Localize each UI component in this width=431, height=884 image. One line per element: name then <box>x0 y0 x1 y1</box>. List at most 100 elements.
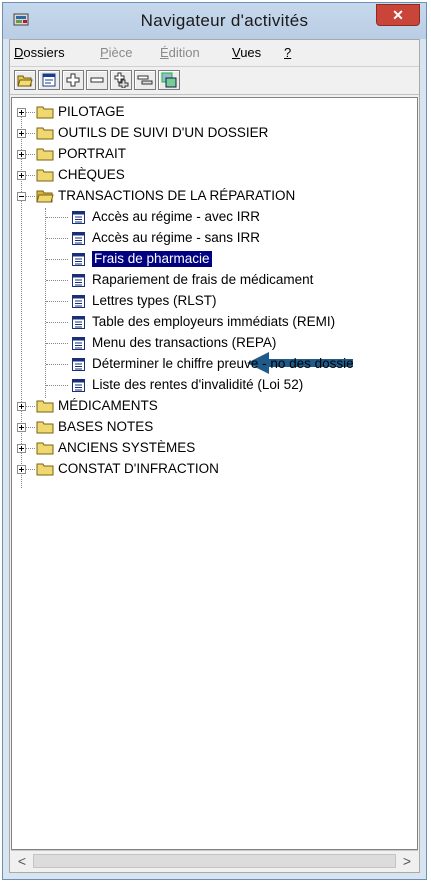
tree-folder[interactable]: CONSTAT D'INFRACTION <box>16 459 416 479</box>
document-icon <box>72 295 85 308</box>
tree-connector <box>46 343 68 345</box>
expand-toggle-icon[interactable] <box>17 465 26 474</box>
document-icon <box>72 337 85 350</box>
collapse-all-icon <box>137 75 153 85</box>
document-icon <box>72 316 85 329</box>
activity-tree[interactable]: PILOTAGE OUTILS DE SUIVI D'UN DOSSIER PORT… <box>11 97 418 850</box>
document-icon <box>72 253 85 266</box>
tree-folder-label: MÉDICAMENTS <box>58 398 158 413</box>
tree-item[interactable]: Déterminer le chiffre preuve - no des do… <box>16 354 417 374</box>
expand-toggle-icon[interactable] <box>17 402 26 411</box>
copy-windows-button[interactable] <box>158 70 180 90</box>
tree-item[interactable]: Rapariement de frais de médicament <box>16 270 417 290</box>
tree-connector <box>46 385 68 387</box>
tree-folder[interactable]: PORTRAIT <box>16 144 416 164</box>
tree-item[interactable]: Accès au régime - avec IRR <box>16 207 417 227</box>
expand-toggle-icon[interactable] <box>17 171 26 180</box>
tree-folder-label: CONSTAT D'INFRACTION <box>58 461 219 476</box>
expand-all-button[interactable] <box>110 70 132 90</box>
folder-icon <box>36 442 54 455</box>
document-icon <box>72 274 85 287</box>
title-bar[interactable]: Navigateur d'activités ✕ <box>3 3 426 39</box>
open-folder-button[interactable] <box>14 70 36 90</box>
folder-icon <box>36 169 54 182</box>
tree-connector <box>46 217 68 219</box>
collapse-all-button[interactable] <box>134 70 156 90</box>
copy-windows-icon <box>161 72 177 88</box>
tree-folder-label: PORTRAIT <box>58 146 127 161</box>
tree-folder-label: PILOTAGE <box>58 104 125 119</box>
menu-edition[interactable]: Édition <box>160 45 200 60</box>
scroll-left-button[interactable]: < <box>13 853 31 869</box>
horizontal-scrollbar[interactable]: < > <box>11 850 418 871</box>
collapse-toggle-icon[interactable] <box>17 192 26 201</box>
expand-icon <box>66 73 80 87</box>
tree-item-label: Déterminer le chiffre preuve - no des do… <box>92 356 354 371</box>
properties-button[interactable] <box>38 70 60 90</box>
close-button[interactable]: ✕ <box>376 4 420 26</box>
tree-folder[interactable]: TRANSACTIONS DE LA RÉPARATION <box>16 186 416 206</box>
tree-item[interactable]: Lettres types (RLST) <box>16 291 417 311</box>
expand-toggle-icon[interactable] <box>17 150 26 159</box>
tree-item-label: Accès au régime - sans IRR <box>92 230 261 245</box>
window-content: Dossiers Pièce Édition Vues ? PILOTAGE O… <box>9 39 420 873</box>
collapse-button[interactable] <box>86 70 108 90</box>
tree-folder[interactable]: ANCIENS SYSTÈMES <box>16 438 416 458</box>
tree-folder-label: TRANSACTIONS DE LA RÉPARATION <box>58 188 296 203</box>
scroll-right-button[interactable]: > <box>398 853 416 869</box>
tree-item-label: Liste des rentes d'invalidité (Loi 52) <box>92 377 304 392</box>
folder-icon <box>36 148 54 161</box>
tree-folder[interactable]: MÉDICAMENTS <box>16 396 416 416</box>
tree-folder[interactable]: CHÈQUES <box>16 165 416 185</box>
tree-folder-label: ANCIENS SYSTÈMES <box>58 440 196 455</box>
menu-help[interactable]: ? <box>284 45 291 60</box>
tree-connector <box>46 364 68 366</box>
expand-toggle-icon[interactable] <box>17 444 26 453</box>
tree-connector <box>46 280 68 282</box>
tree-folder[interactable]: BASES NOTES <box>16 417 416 437</box>
open-folder-icon <box>17 75 33 87</box>
tree-item-label: Accès au régime - avec IRR <box>92 209 261 224</box>
folder-icon <box>36 127 54 140</box>
folder-icon <box>36 400 54 413</box>
tree-folder-label: CHÈQUES <box>58 167 125 182</box>
expand-all-icon <box>114 72 129 88</box>
scroll-thumb[interactable] <box>33 854 396 868</box>
tree-connector <box>46 301 68 303</box>
menu-piece[interactable]: Pièce <box>100 45 133 60</box>
folder-icon <box>36 106 54 119</box>
tree-folder-label: BASES NOTES <box>58 419 154 434</box>
menu-vues[interactable]: Vues <box>232 45 261 60</box>
tree-connector <box>46 259 68 261</box>
tree-folder[interactable]: PILOTAGE <box>16 102 416 122</box>
tree-folder[interactable]: OUTILS DE SUIVI D'UN DOSSIER <box>16 123 416 143</box>
folder-open-icon <box>36 190 54 203</box>
tree-item-selected[interactable]: Frais de pharmacie <box>16 249 417 269</box>
window-title: Navigateur d'activités <box>140 11 309 30</box>
document-icon <box>72 211 85 224</box>
tree-item[interactable]: Menu des transactions (REPA) <box>16 333 417 353</box>
properties-icon <box>42 73 56 87</box>
document-icon <box>72 379 85 392</box>
folder-icon <box>36 463 54 476</box>
collapse-icon <box>90 77 104 83</box>
menu-bar: Dossiers Pièce Édition Vues ? <box>10 40 419 67</box>
menu-dossiers[interactable]: Dossiers <box>14 45 65 60</box>
activity-navigator-window: Navigateur d'activités ✕ Dossiers Pièce … <box>2 2 427 880</box>
expand-button[interactable] <box>62 70 84 90</box>
toolbar <box>10 68 419 95</box>
tree-item[interactable]: Liste des rentes d'invalidité (Loi 52) <box>16 375 417 395</box>
document-icon <box>72 232 85 245</box>
expand-toggle-icon[interactable] <box>17 423 26 432</box>
folder-icon <box>36 421 54 434</box>
expand-toggle-icon[interactable] <box>17 129 26 138</box>
expand-toggle-icon[interactable] <box>17 108 26 117</box>
tree-item-label: Frais de pharmacie <box>92 251 212 267</box>
tree-item[interactable]: Table des employeurs immédiats (REMI) <box>16 312 417 332</box>
app-icon <box>13 13 29 26</box>
tree-item-label: Rapariement de frais de médicament <box>92 272 314 287</box>
tree-item-label: Menu des transactions (REPA) <box>92 335 277 350</box>
tree-connector <box>46 322 68 324</box>
tree-item[interactable]: Accès au régime - sans IRR <box>16 228 417 248</box>
tree-connector <box>46 238 68 240</box>
